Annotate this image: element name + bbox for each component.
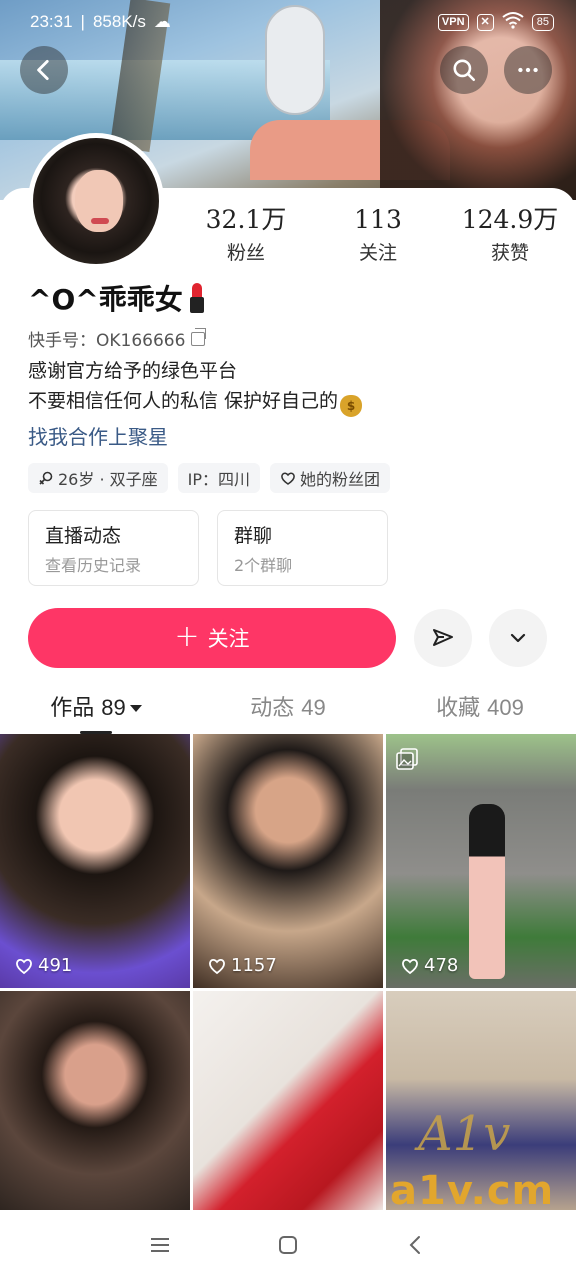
bio-line: 不要相信任何人的私信 保护好自己的 <box>28 390 339 412</box>
post-thumbnail[interactable]: 478 <box>386 734 576 988</box>
search-icon <box>453 59 476 82</box>
dropdown-arrow-icon[interactable] <box>129 705 142 712</box>
wifi-icon <box>502 11 524 34</box>
card-subtitle: 2个群聊 <box>234 556 293 575</box>
like-count: 478 <box>400 955 458 976</box>
lipstick-icon <box>189 283 205 313</box>
user-id[interactable]: 快手号：OK166666 <box>28 326 207 351</box>
bio-line: 感谢官方给予的绿色平台 <box>28 360 238 382</box>
status-bar: 23:31 | 858K/s ☁ VPN ✕ 85 <box>0 0 576 44</box>
tab-favorites[interactable]: 收藏 409 <box>384 686 576 734</box>
tab-works[interactable]: 作品 89 <box>0 686 192 734</box>
sim-off-icon: ✕ <box>476 13 494 31</box>
plus-icon: + <box>174 618 200 654</box>
profile-tags: 26岁 · 双子座 IP：四川 她的粉丝团 <box>28 463 391 493</box>
like-count: 491 <box>14 955 72 976</box>
back-button[interactable] <box>20 46 68 94</box>
post-thumbnail[interactable] <box>193 991 383 1211</box>
profile-bio: 感谢官方给予的绿色平台 不要相信任何人的私信 保护好自己的 $ <box>28 356 363 417</box>
avatar[interactable] <box>28 133 164 269</box>
message-button[interactable] <box>414 609 472 667</box>
vpn-indicator: VPN <box>437 13 469 31</box>
expand-button[interactable] <box>489 609 547 667</box>
tab-moments[interactable]: 动态 49 <box>192 686 384 734</box>
tag-fan-club[interactable]: 她的粉丝团 <box>270 463 391 493</box>
live-history-card[interactable]: 直播动态 查看历史记录 <box>28 510 199 586</box>
tag-ip-location: IP：四川 <box>177 463 260 493</box>
like-count: 1157 <box>207 955 277 976</box>
chevron-down-icon <box>510 633 526 643</box>
profile-name-text: ^O^乖乖女 <box>28 283 183 316</box>
stat-likes[interactable]: 124.9万 获赞 <box>444 204 576 265</box>
search-button[interactable] <box>440 46 488 94</box>
menu-icon[interactable] <box>146 1231 174 1259</box>
stat-label: 粉丝 <box>226 242 265 264</box>
gallery-icon <box>396 748 418 770</box>
more-dots-icon <box>518 67 538 73</box>
content-tabs: 作品 89 动态 49 收藏 409 <box>0 686 576 734</box>
watermark: A1v a1v.cm <box>390 1106 553 1248</box>
stat-value: 124.9万 <box>461 205 559 234</box>
post-thumbnail[interactable]: 1157 <box>193 734 383 988</box>
network-speed: 858K/s <box>92 12 146 31</box>
post-thumbnail[interactable] <box>0 991 190 1211</box>
stat-value: 113 <box>354 205 402 234</box>
card-title: 群聊 <box>234 525 273 547</box>
stat-label: 获赞 <box>490 242 529 264</box>
post-thumbnail[interactable]: 491 <box>0 734 190 988</box>
stat-value: 32.1万 <box>205 205 287 234</box>
heart-icon <box>16 958 32 974</box>
user-id-text: 快手号：OK166666 <box>28 331 186 351</box>
profile-name: ^O^乖乖女 <box>28 278 205 318</box>
cloud-icon: ☁ <box>153 12 171 31</box>
group-chat-card[interactable]: 群聊 2个群聊 <box>217 510 388 586</box>
money-bag-icon: $ <box>340 395 363 417</box>
home-square-icon[interactable] <box>274 1231 302 1259</box>
copy-icon[interactable] <box>191 327 207 346</box>
send-icon <box>433 629 453 646</box>
tag-age-zodiac: 26岁 · 双子座 <box>28 463 168 493</box>
heart-icon <box>209 958 225 974</box>
stat-followers[interactable]: 32.1万 粉丝 <box>180 204 312 265</box>
stat-following[interactable]: 113 关注 <box>312 204 444 265</box>
watermark-text: a1v.cm <box>390 1168 555 1214</box>
follow-label: 关注 <box>207 627 250 651</box>
heart-icon <box>402 958 418 974</box>
card-subtitle: 查看历史记录 <box>45 556 142 575</box>
more-button[interactable] <box>504 46 552 94</box>
battery-indicator: 85 <box>531 13 554 31</box>
business-cooperation-link[interactable]: 找我合作上聚星 <box>28 421 168 450</box>
watermark-monogram: A1v <box>418 1106 511 1162</box>
stat-label: 关注 <box>358 242 397 264</box>
status-time: 23:31 <box>30 12 73 31</box>
chevron-left-icon <box>37 59 49 81</box>
gender-icon <box>39 471 53 485</box>
heart-outline-icon <box>281 472 295 485</box>
follow-button[interactable]: + 关注 <box>28 608 396 668</box>
card-title: 直播动态 <box>45 525 122 547</box>
profile-stats: 32.1万 粉丝 113 关注 124.9万 获赞 <box>180 204 576 265</box>
